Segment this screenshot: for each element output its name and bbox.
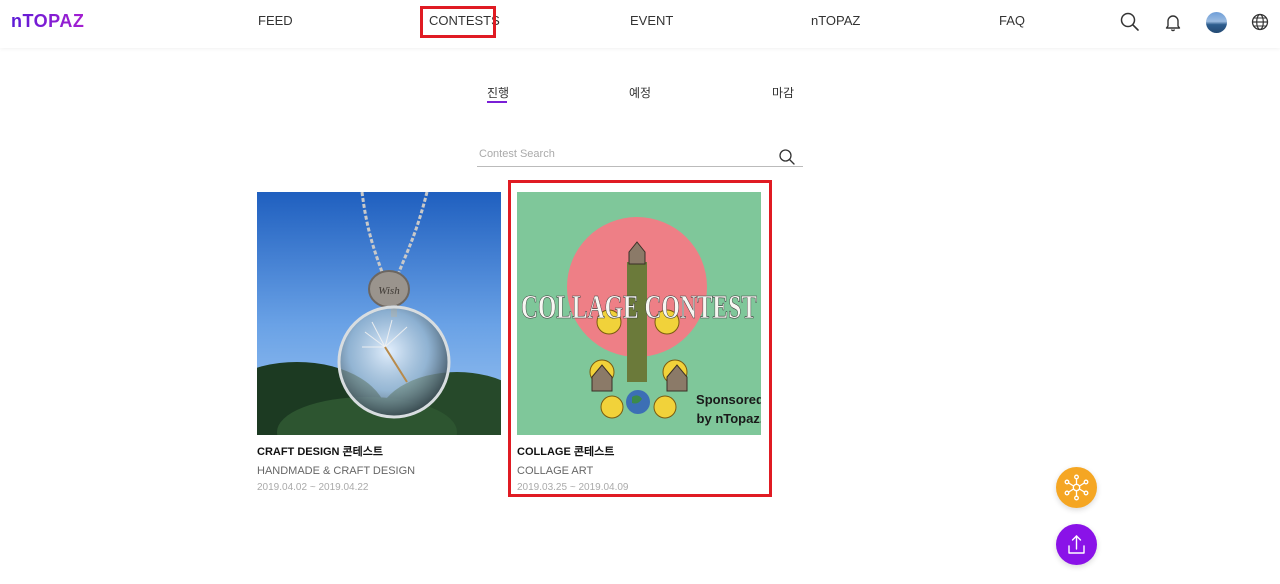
card-date: 2019.04.02 ~ 2019.04.22 <box>257 482 369 493</box>
pendant-necklace-photo[interactable]: Wish <box>257 192 501 435</box>
globe-icon[interactable] <box>1249 11 1271 33</box>
avatar[interactable] <box>1206 12 1227 33</box>
nav-faq[interactable]: FAQ <box>999 13 1025 28</box>
nav-event[interactable]: EVENT <box>630 13 673 28</box>
upload-icon <box>1068 535 1085 554</box>
bell-icon[interactable] <box>1162 11 1184 33</box>
search-submit-icon[interactable] <box>778 148 796 166</box>
card-title[interactable]: CRAFT DESIGN 콘테스트 <box>257 443 501 459</box>
contest-card[interactable]: Wish CRAFT DESIGN 콘테스트 HANDMADE & CRAFT … <box>257 192 501 493</box>
nav-contests-highlight <box>420 6 496 38</box>
tab-closed[interactable]: 마감 <box>772 84 794 101</box>
search-icon[interactable] <box>1119 11 1141 33</box>
network-icon <box>1064 474 1089 501</box>
active-tab-indicator <box>487 101 507 103</box>
nav-ntopaz[interactable]: nTOPAZ <box>811 13 860 28</box>
pendant-text: Wish <box>378 285 400 297</box>
tab-upcoming[interactable]: 예정 <box>629 84 651 101</box>
contest-search-input[interactable] <box>477 144 771 164</box>
nav-feed[interactable]: FEED <box>258 13 293 28</box>
contest-search <box>477 144 803 167</box>
network-fab[interactable] <box>1056 467 1097 508</box>
card-subtitle: HANDMADE & CRAFT DESIGN <box>257 465 416 477</box>
tab-ongoing[interactable]: 진행 <box>487 84 509 101</box>
collage-card-highlight <box>508 180 772 497</box>
logo[interactable]: nTOPAZ <box>11 11 84 32</box>
header: nTOPAZ FEED CONTESTS EVENT nTOPAZ FAQ <box>0 0 1280 48</box>
upload-fab[interactable] <box>1056 524 1097 565</box>
